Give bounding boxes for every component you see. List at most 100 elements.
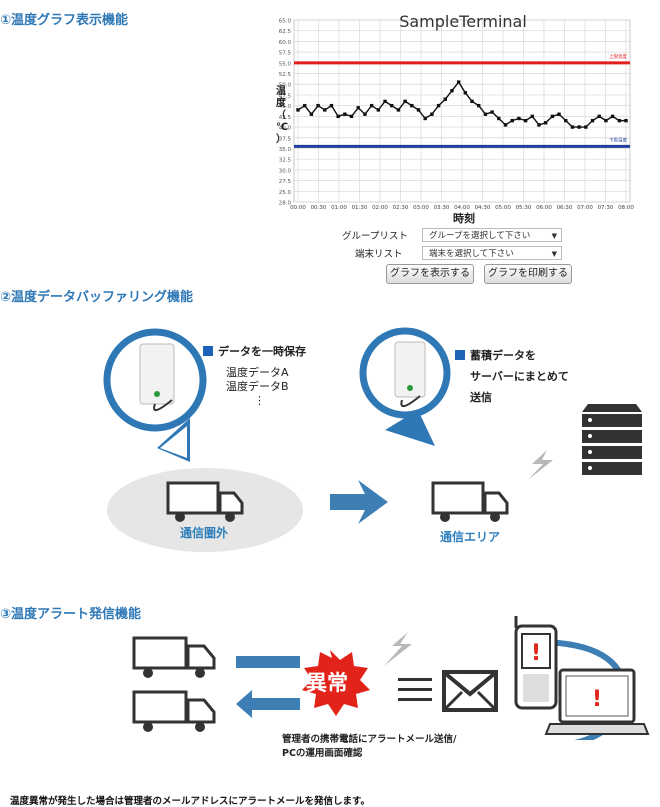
data-point [309,112,314,116]
data-point [396,108,401,112]
print-graph-button[interactable]: グラフを印刷する [484,264,572,284]
data-point [430,112,434,116]
y-tick-label: 62.5 [279,29,292,35]
data-point [390,103,394,108]
data-point [450,88,454,93]
out-of-range-label: 通信圏外 [180,526,229,540]
x-tick-label: 06:00 [536,205,552,211]
bubble2-line: サーバーにまとめて [470,370,569,383]
list-item: ⋮ [254,394,265,407]
footer-note: 温度異常が発生した場合は管理者のメールアドレスにアラートメールを発信します。 [10,796,371,807]
data-point [584,125,588,129]
alert-caption: 管理者の携帯電話にアラートメール送信/ PCの運用画面確認 [282,733,456,761]
list-item: 温度データB [226,380,289,393]
terminal-list-label: 端末リスト [355,249,403,260]
data-point [477,103,481,108]
arrow-left-icon [236,690,300,718]
y-tick-label: 65.0 [279,19,292,25]
svg-text:!: ! [592,687,602,712]
y-tick-label: 30.0 [279,168,292,174]
x-tick-label: 04:30 [475,205,491,211]
group-list-label: グループリスト [342,231,408,242]
chart-x-axis-label: 時刻 [453,211,475,225]
x-tick-label: 07:30 [598,205,614,211]
data-point [416,108,421,112]
y-tick-label: 28.0 [279,201,292,207]
bubble2-line: 送信 [470,391,492,404]
data-point [356,106,360,110]
section1-title: ①温度グラフ表示機能 [0,13,129,28]
data-point [296,108,300,112]
x-tick-label: 00:30 [311,205,327,211]
y-tick-label: 25.0 [279,190,292,196]
data-point [463,91,468,95]
data-point [443,97,447,101]
bubble1-heading: データを一時保存 [203,343,306,359]
data-point [543,121,548,125]
data-point [497,116,501,121]
group-select[interactable]: グループを選択して下さい ▼ [422,228,562,242]
list-item: 温度データA [226,366,289,379]
caption-line: 管理者の携帯電話にアラートメール送信/ [282,734,457,745]
data-point [456,80,461,84]
data-point [483,112,488,116]
upper-limit-line-label: 上限温度 [609,53,627,60]
mobile-phone-icon: ! [514,616,558,710]
show-graph-button[interactable]: グラフを表示する [386,264,474,284]
x-tick-label: 05:00 [495,205,511,211]
chart-title: SampleTerminal [399,12,527,31]
data-point [517,116,521,121]
data-point [624,118,628,123]
data-point [490,110,494,114]
in-range-label: 通信エリア [440,530,501,544]
x-tick-label: 08:00 [618,205,634,211]
y-tick-label: 60.0 [279,40,292,46]
data-point [510,118,514,123]
data-point [302,103,307,108]
arrow-right-icon [330,480,388,524]
data-point [423,116,427,121]
x-tick-label: 05:30 [516,205,532,211]
data-point [383,99,387,104]
caption-line: PCの運用画面確認 [282,748,363,759]
data-point [570,125,575,129]
data-point [436,103,441,108]
y-tick-label: 27.5 [279,179,292,185]
chevron-down-icon: ▼ [551,232,557,240]
x-tick-label: 00:00 [290,205,306,211]
data-point [503,123,508,127]
y-tick-label: 55.0 [279,61,292,67]
device-bubble-2 [359,327,451,446]
y-tick-label: 52.5 [279,72,292,78]
y-tick-label: 32.5 [279,158,292,164]
signal-bolt-icon [384,632,412,666]
x-tick-label: 03:00 [413,205,429,211]
data-point [403,99,407,104]
data-point [610,114,615,119]
data-point [617,118,622,123]
terminal-select-value: 端末を選択して下さい [429,249,514,259]
mail-icon [442,670,498,712]
data-point [410,103,414,108]
data-point [329,103,334,108]
alert-label: 異常 [306,671,348,695]
data-point [597,114,601,119]
terminal-select[interactable]: 端末を選択して下さい ▼ [422,246,562,260]
bubble1-items: 温度データA 温度データB ⋮ [226,366,289,408]
device-bubble-1 [103,328,207,462]
data-point [343,112,347,116]
truck-icon [132,636,216,678]
signal-bolt-icon [528,450,553,480]
data-point [349,114,354,119]
buffering-diagram [103,327,642,552]
data-point [604,118,608,123]
bubble2-text: 蓄積データを サーバーにまとめて 送信 [455,345,569,408]
data-point [577,125,581,129]
truck-icon [431,481,509,522]
data-point [316,103,320,108]
x-tick-label: 06:30 [557,205,573,211]
x-tick-label: 03:30 [434,205,450,211]
x-tick-label: 01:30 [352,205,368,211]
data-point [530,114,534,119]
x-tick-label: 01:00 [331,205,347,211]
